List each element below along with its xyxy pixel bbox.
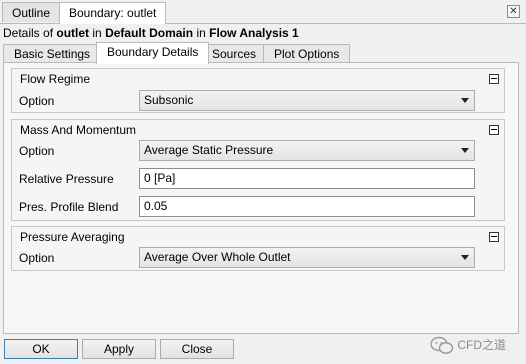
profile-blend-label: Pres. Profile Blend [19, 200, 119, 214]
apply-button[interactable]: Apply [82, 339, 156, 359]
details-in-1: in [92, 26, 102, 40]
flow-regime-collapse-icon[interactable] [489, 74, 499, 84]
tab-boundary-outlet-label: Boundary: outlet [69, 6, 157, 20]
pressure-averaging-option-value: Average Over Whole Outlet [144, 250, 291, 264]
close-button[interactable]: Close [160, 339, 234, 359]
pressure-averaging-group: Pressure Averaging Option Average Over W… [11, 226, 505, 271]
close-icon[interactable]: ✕ [507, 5, 520, 18]
mass-momentum-option-label: Option [19, 144, 55, 158]
mass-momentum-title: Mass And Momentum [20, 123, 137, 137]
flow-regime-option-label: Option [19, 94, 55, 108]
tab-outline-label: Outline [12, 6, 51, 20]
relative-pressure-field[interactable]: 0 [Pa] [139, 168, 475, 189]
tab-boundary-details[interactable]: Boundary Details [96, 42, 210, 64]
tab-plot-options[interactable]: Plot Options [263, 44, 351, 63]
tab-plot-options-label: Plot Options [274, 47, 340, 61]
tab-sources[interactable]: Sources [201, 44, 268, 63]
flow-regime-option-value: Subsonic [144, 93, 194, 107]
flow-regime-group: Flow Regime Option Subsonic [11, 68, 505, 113]
boundary-details-panel: Flow Regime Option Subsonic Mass And Mom… [3, 62, 519, 334]
flow-regime-option-dropdown[interactable]: Subsonic [139, 90, 475, 111]
pressure-averaging-title: Pressure Averaging [20, 230, 125, 244]
tab-basic-settings[interactable]: Basic Settings [3, 44, 102, 63]
mass-momentum-option-dropdown[interactable]: Average Static Pressure [139, 140, 475, 161]
flow-regime-title: Flow Regime [20, 72, 91, 86]
details-object: outlet [56, 26, 90, 40]
relative-pressure-label: Relative Pressure [19, 172, 114, 186]
tab-basic-settings-label: Basic Settings [14, 47, 91, 61]
details-domain: Default Domain [105, 26, 194, 40]
top-tab-bar: Outline Boundary: outlet ✕ [0, 0, 526, 24]
mass-momentum-group: Mass And Momentum Option Average Static … [11, 119, 505, 221]
profile-blend-value: 0.05 [144, 199, 168, 213]
ok-button[interactable]: OK [4, 339, 78, 359]
profile-blend-field[interactable]: 0.05 [139, 196, 475, 217]
watermark-text: CFD之道 [457, 338, 507, 352]
pressure-averaging-collapse-icon[interactable] [489, 232, 499, 242]
details-in-2: in [196, 26, 206, 40]
tab-boundary-outlet[interactable]: Boundary: outlet [59, 2, 167, 24]
wechat-icon [430, 336, 454, 354]
relative-pressure-value: 0 [Pa] [144, 171, 176, 185]
pressure-averaging-option-dropdown[interactable]: Average Over Whole Outlet [139, 247, 475, 268]
chevron-down-icon [461, 255, 469, 260]
details-prefix: Details of [3, 26, 54, 40]
details-header: Details of outlet in Default Domain in F… [3, 25, 299, 41]
sub-tab-bar: Basic Settings Boundary Details Sources … [3, 42, 521, 64]
tab-sources-label: Sources [212, 47, 257, 61]
chevron-down-icon [461, 148, 469, 153]
tab-boundary-details-label: Boundary Details [107, 45, 199, 59]
watermark: CFD之道 [430, 334, 506, 356]
pressure-averaging-option-label: Option [19, 251, 55, 265]
details-analysis: Flow Analysis 1 [209, 26, 299, 40]
mass-momentum-collapse-icon[interactable] [489, 125, 499, 135]
mass-momentum-option-value: Average Static Pressure [144, 143, 274, 157]
tab-outline[interactable]: Outline [2, 2, 61, 22]
chevron-down-icon [461, 98, 469, 103]
